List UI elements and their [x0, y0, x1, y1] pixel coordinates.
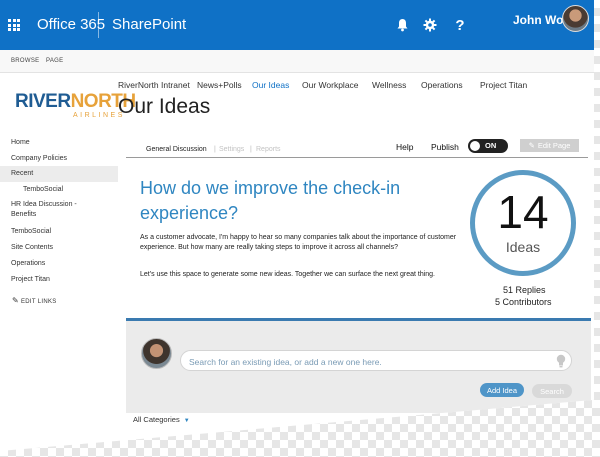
tab-reports[interactable]: Reports: [256, 146, 281, 153]
tab-separator: |: [214, 146, 216, 153]
leftnav-item-tembosocial-recent[interactable]: TemboSocial: [23, 186, 63, 193]
topnav-item-wellness[interactable]: Wellness: [372, 80, 406, 90]
ribbon-tab-page[interactable]: PAGE: [46, 58, 63, 64]
edit-page-label: Edit Page: [537, 141, 571, 150]
edit-links-label: EDIT LINKS: [20, 299, 57, 305]
topnav-item-project-titan[interactable]: Project Titan: [480, 80, 527, 90]
idea-search-box[interactable]: [180, 350, 572, 371]
leftnav-item-tembosocial[interactable]: TemboSocial: [11, 228, 51, 235]
gear-icon: [423, 18, 437, 32]
discussion-paragraph-1: As a customer advocate, I'm happy to hea…: [140, 234, 457, 251]
leftnav-item-project-titan[interactable]: Project Titan: [11, 276, 50, 283]
leftnav-item-company-policies[interactable]: Company Policies: [11, 155, 67, 162]
topnav-item-intranet[interactable]: RiverNorth Intranet: [118, 80, 190, 90]
topnav-item-our-workplace[interactable]: Our Workplace: [302, 80, 359, 90]
office365-title[interactable]: Office 365: [37, 16, 105, 33]
toggle-state: ON: [485, 141, 497, 150]
ribbon-tab-browse[interactable]: BROWSE: [11, 58, 39, 64]
waffle-icon: [8, 19, 20, 31]
discussion-paragraph-2: Let's use this space to generate some ne…: [140, 271, 435, 278]
replies-count: 51 Replies: [503, 285, 546, 295]
sharepoint-page: Office 365 SharePoint ? John Wong BROWSE…: [0, 0, 594, 452]
leftnav-item-hr-idea-discussion-cont[interactable]: Benefits: [11, 211, 36, 218]
leftnav-item-operations[interactable]: Operations: [11, 260, 45, 267]
help-link[interactable]: Help: [396, 142, 413, 152]
sharepoint-title[interactable]: SharePoint: [112, 16, 186, 33]
toggle-knob: [470, 141, 480, 151]
add-idea-button[interactable]: Add Idea: [480, 383, 524, 397]
current-user-avatar: [141, 338, 172, 369]
edit-links-button[interactable]: ✎ EDIT LINKS: [12, 296, 57, 305]
chevron-down-icon: ▼: [183, 418, 190, 424]
search-button[interactable]: Search: [532, 384, 572, 398]
publish-toggle[interactable]: ON: [468, 139, 508, 153]
category-filter-label: All Categories: [133, 415, 180, 424]
question-mark-icon: ?: [455, 16, 465, 34]
user-avatar[interactable]: [562, 5, 589, 32]
pencil-icon: ✎: [12, 296, 20, 305]
tabs-underline: [126, 157, 588, 158]
ideas-count-circle: 14 Ideas: [470, 170, 576, 276]
idea-search-input[interactable]: [187, 353, 551, 370]
bell-icon: [397, 19, 407, 32]
pencil-icon: ✎: [528, 141, 535, 150]
lightbulb-icon: [556, 354, 566, 368]
topnav-item-our-ideas[interactable]: Our Ideas: [252, 80, 289, 90]
leftnav-item-hr-idea-discussion[interactable]: HR Idea Discussion -: [11, 201, 77, 208]
topnav-item-operations[interactable]: Operations: [421, 80, 463, 90]
ideas-label: Ideas: [505, 239, 541, 255]
page-title: Our Ideas: [118, 95, 211, 118]
tab-separator: |: [250, 146, 252, 153]
leftnav-item-site-contents[interactable]: Site Contents: [11, 244, 53, 251]
logo-word-river: RIVER: [15, 91, 71, 112]
edit-page-button[interactable]: ✎ Edit Page: [520, 139, 579, 152]
help-button[interactable]: ?: [446, 12, 474, 38]
settings-button[interactable]: [416, 12, 444, 38]
publish-label: Publish: [431, 142, 459, 152]
contributors-count: 5 Contributors: [495, 297, 552, 307]
app-launcher-button[interactable]: [0, 0, 28, 50]
topnav-item-news-polls[interactable]: News+Polls: [197, 80, 242, 90]
category-filter-dropdown[interactable]: All Categories ▼: [133, 415, 190, 424]
suite-divider: [98, 12, 99, 38]
discussion-question: How do we improve the check-in experienc…: [140, 178, 401, 223]
tab-general-discussion[interactable]: General Discussion: [146, 146, 207, 153]
ideas-count: 14: [497, 186, 549, 238]
leftnav-item-recent[interactable]: Recent: [11, 170, 33, 177]
suite-bar: Office 365 SharePoint ? John Wong: [0, 0, 594, 50]
leftnav-item-home[interactable]: Home: [11, 139, 30, 146]
tab-settings[interactable]: Settings: [219, 146, 244, 153]
ribbon-bar: BROWSE PAGE: [0, 50, 594, 73]
notifications-button[interactable]: [388, 12, 416, 38]
